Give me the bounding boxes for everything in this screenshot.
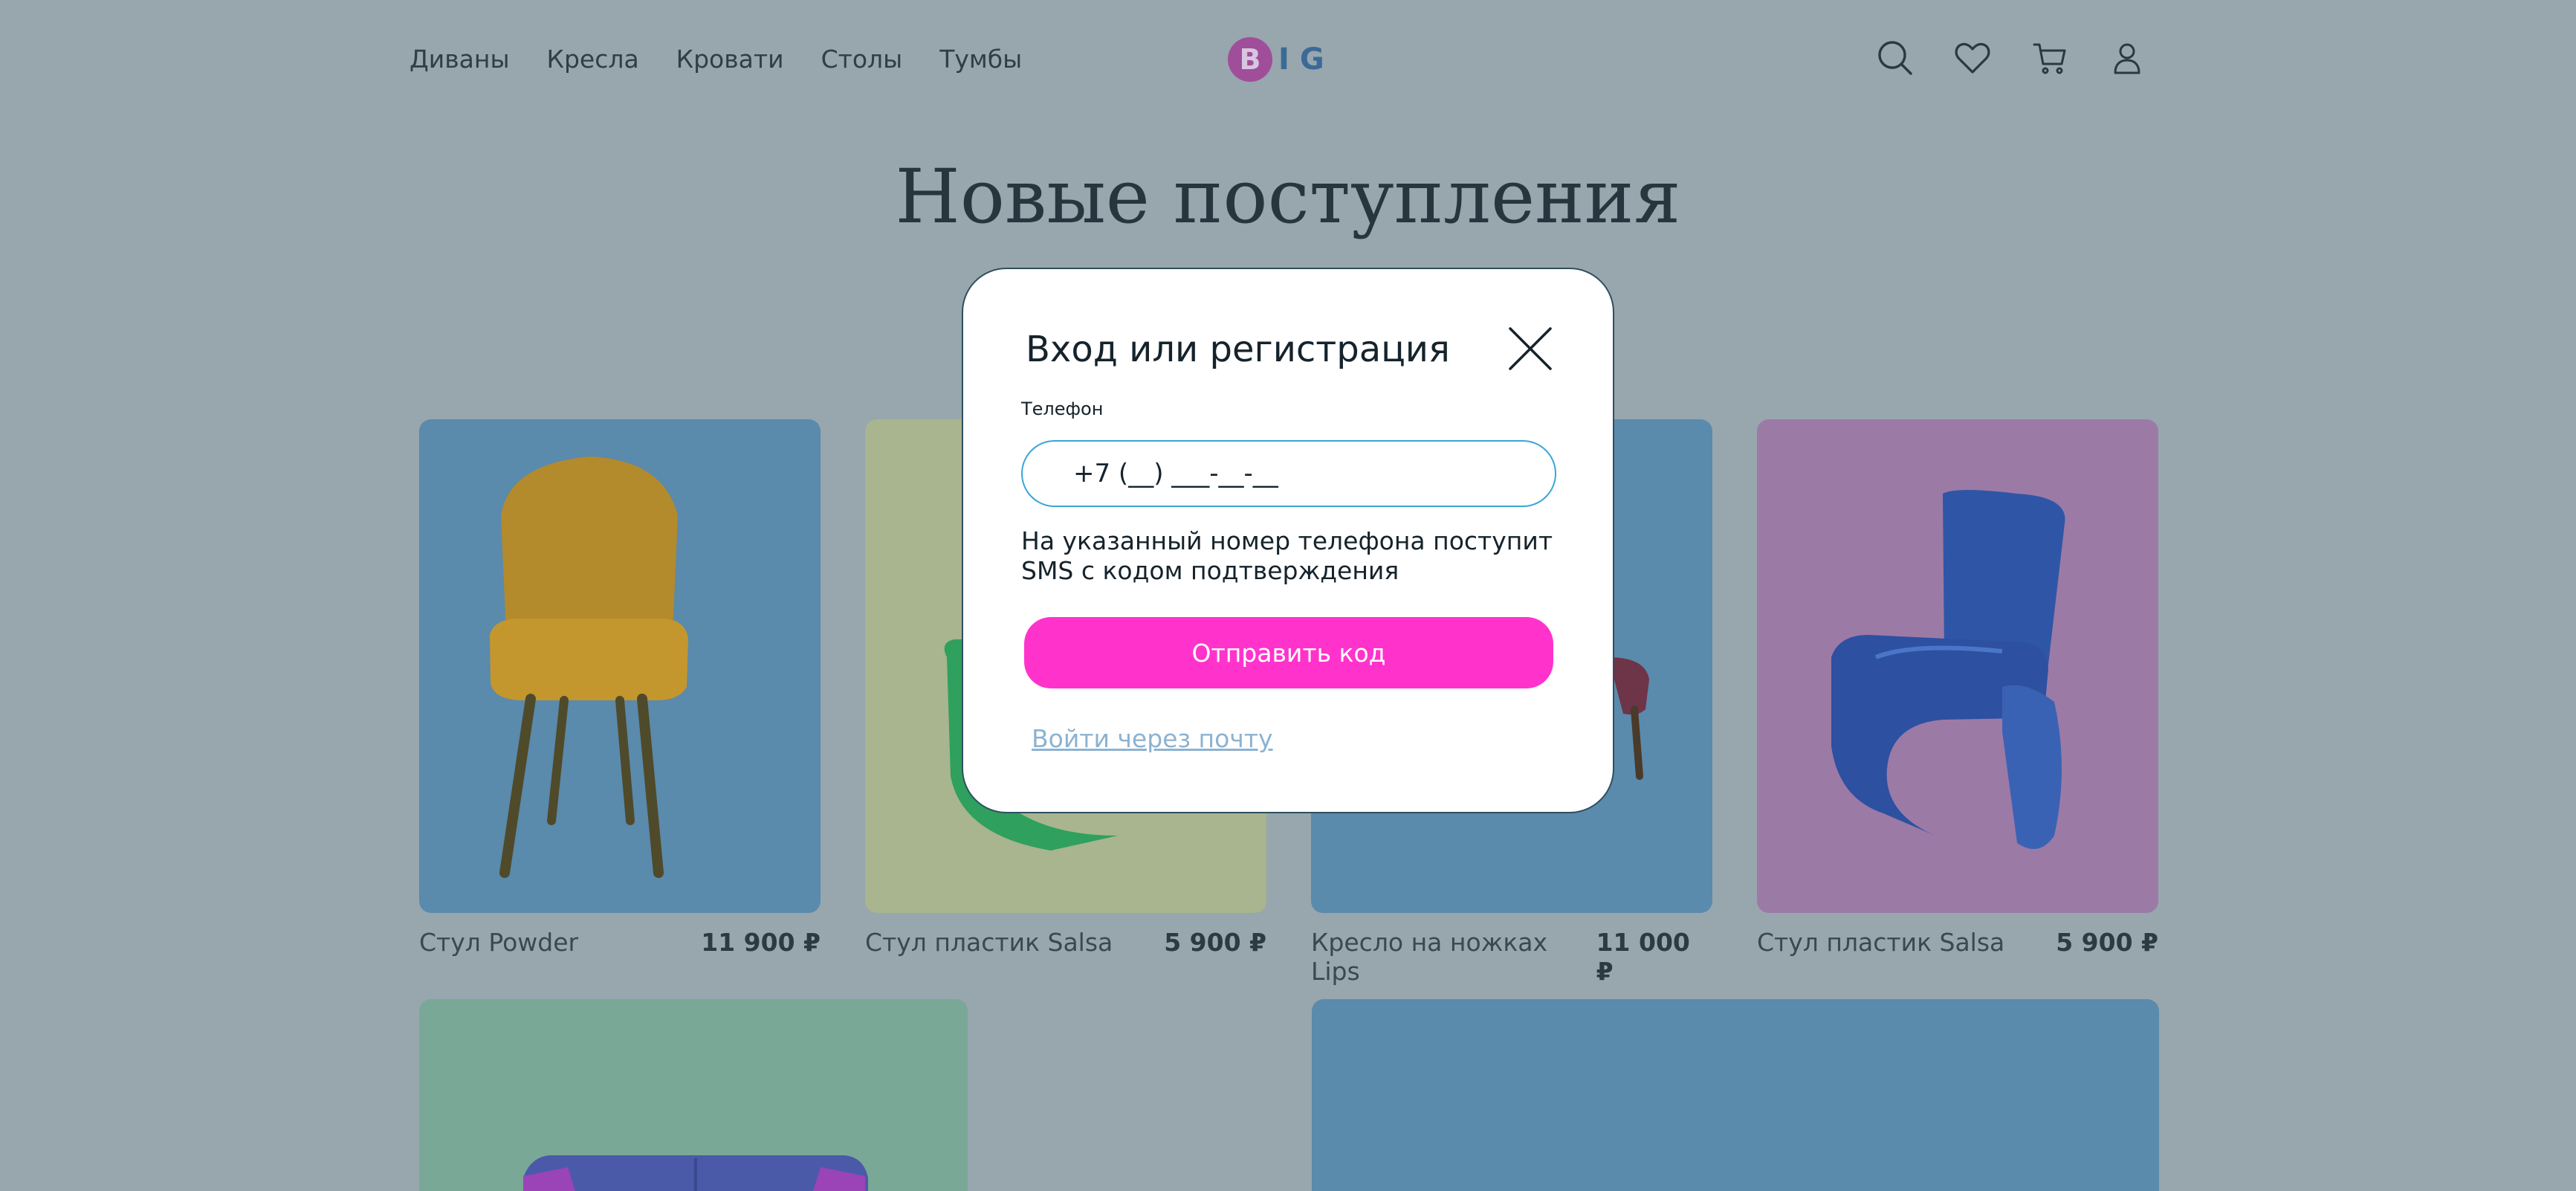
product-tile[interactable] [1312, 999, 2159, 1191]
close-icon[interactable] [1506, 324, 1555, 373]
phone-label: Телефон [1021, 398, 1104, 419]
phone-input[interactable] [1021, 440, 1556, 507]
search-icon[interactable] [1874, 37, 1916, 79]
product-card[interactable]: Стул Powder 11 900 ₽ [419, 419, 821, 957]
product-card[interactable]: Стул пластик Salsa 5 900 ₽ [1757, 419, 2158, 957]
page-title: Новые поступления [895, 153, 1681, 240]
product-name[interactable]: Стул пластик Salsa [865, 928, 1113, 957]
sofa-image [523, 1155, 868, 1191]
nav-item-tables[interactable]: Столы [821, 42, 903, 77]
product-name[interactable]: Кресло на ножках Lips [1311, 928, 1596, 986]
product-image[interactable] [419, 419, 821, 913]
heart-icon[interactable] [1952, 37, 1993, 79]
main-nav: Диваны Кресла Кровати Столы Тумбы [410, 42, 1059, 77]
product-price: 5 900 ₽ [1164, 928, 1266, 957]
user-icon[interactable] [2106, 37, 2148, 79]
product-name[interactable]: Стул Powder [419, 928, 578, 957]
chair-image [490, 456, 688, 878]
cart-icon[interactable] [2029, 37, 2071, 79]
chair-image [1831, 490, 2065, 849]
product-price: 11 000 ₽ [1596, 928, 1690, 986]
nav-item-sofas[interactable]: Диваны [410, 42, 510, 77]
product-image[interactable] [1757, 419, 2158, 913]
nav-item-beds[interactable]: Кровати [676, 42, 784, 77]
send-code-button[interactable]: Отправить код [1024, 617, 1553, 688]
product-price: 5 900 ₽ [2056, 928, 2158, 957]
login-modal: Вход или регистрация Телефон На указанны… [962, 268, 1614, 813]
product-name[interactable]: Стул пластик Salsa [1757, 928, 2004, 957]
logo[interactable]: B IG [1228, 36, 1335, 83]
product-tile-sofa[interactable] [419, 999, 968, 1191]
nav-item-cabinets[interactable]: Тумбы [939, 42, 1022, 77]
product-price: 11 900 ₽ [701, 928, 821, 957]
login-via-email-link[interactable]: Войти через почту [1032, 724, 1273, 753]
sms-hint: На указанный номер телефона поступит SMS… [1021, 526, 1553, 585]
logo-b: B [1228, 37, 1272, 82]
nav-item-armchairs[interactable]: Кресла [547, 42, 639, 77]
modal-title: Вход или регистрация [1026, 329, 1450, 370]
logo-text: IG [1278, 42, 1335, 77]
